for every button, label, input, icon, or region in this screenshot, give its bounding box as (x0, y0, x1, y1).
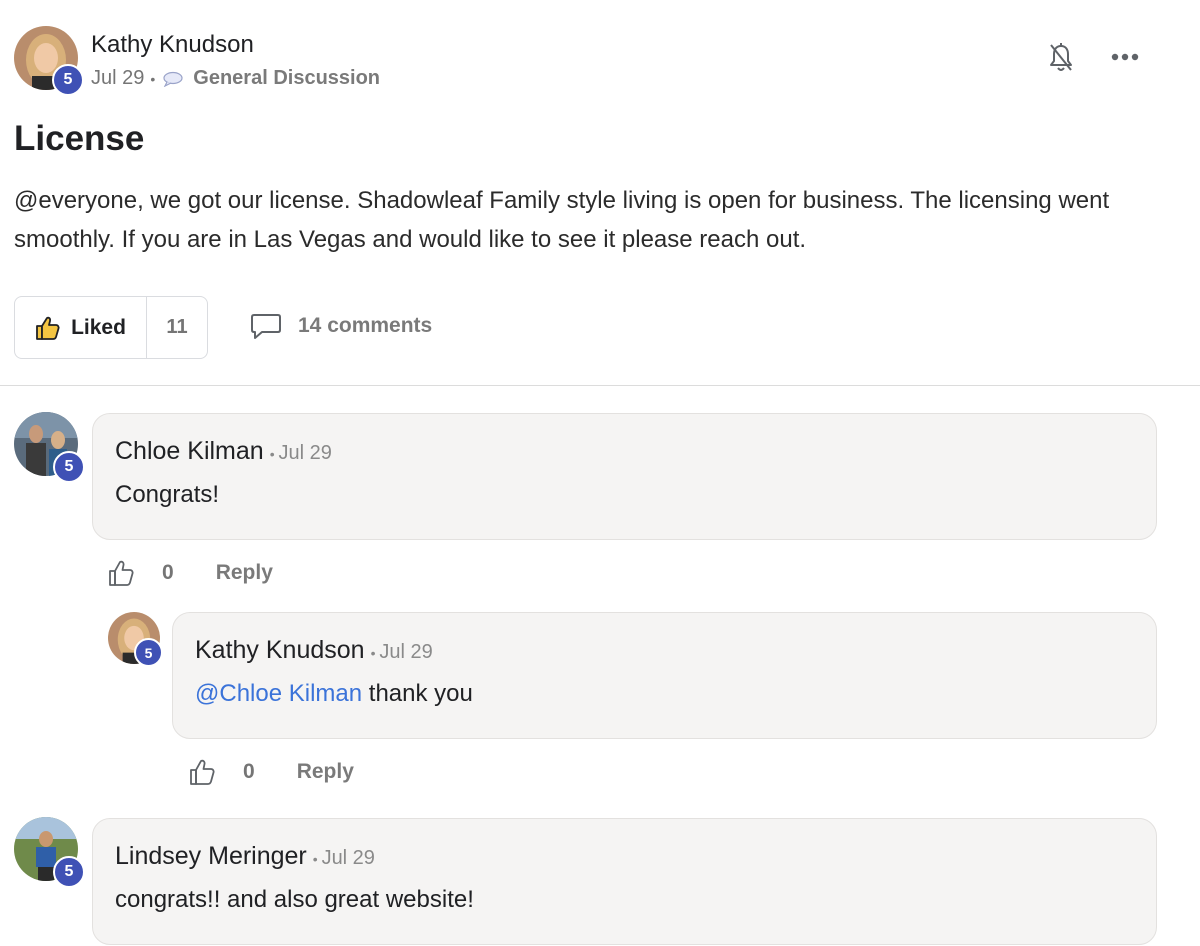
reply-button[interactable]: Reply (297, 760, 354, 784)
post-date: Jul 29 (91, 67, 145, 89)
comments-count: 14 comments (298, 314, 433, 337)
comment-text: @Chloe Kilman thank you (195, 680, 473, 708)
comment-actions: 0 Reply (189, 758, 354, 786)
comment-bubble: Chloe Kilman Jul 29 Congrats! (92, 413, 1157, 540)
comment-author[interactable]: Lindsey Meringer (115, 842, 307, 870)
thumbs-up-outline-icon[interactable] (108, 559, 136, 587)
commenter-level-badge: 5 (134, 638, 163, 667)
comments-link[interactable]: 14 comments (250, 312, 432, 340)
comment-bubble: Lindsey Meringer Jul 29 congrats!! and al… (92, 818, 1157, 945)
like-count[interactable]: 11 (147, 297, 207, 358)
chat-bubble-icon (163, 71, 183, 87)
bell-off-icon[interactable] (1048, 42, 1074, 74)
comment-author-row: Lindsey Meringer Jul 29 (115, 842, 375, 871)
like-button[interactable]: Liked (15, 297, 147, 358)
divider (0, 385, 1200, 386)
post-header: 5 Kathy Knudson Jul 29 • General Discuss… (14, 26, 1184, 96)
author-name[interactable]: Kathy Knudson (91, 31, 254, 59)
comment-date: Jul 29 (371, 641, 433, 663)
comment-text: congrats!! and also great website! (115, 886, 474, 913)
post-title: License (14, 119, 145, 158)
thumbs-up-outline-icon[interactable] (189, 758, 217, 786)
comment-author-row: Chloe Kilman Jul 29 (115, 437, 332, 466)
comment-author-row: Kathy Knudson Jul 29 (195, 636, 433, 665)
author-level-badge: 5 (52, 64, 84, 96)
comment-text-body: thank you (362, 680, 473, 707)
like-control: Liked 11 (14, 296, 208, 359)
commenter-level-badge: 5 (53, 856, 85, 888)
thumbs-up-icon (36, 316, 60, 340)
mention-link[interactable]: @Chloe Kilman (195, 680, 362, 707)
commenter-level-badge: 5 (53, 451, 85, 483)
comment-date: Jul 29 (313, 847, 375, 869)
post-meta: Jul 29 • General Discussion (91, 67, 380, 90)
comment-like-count: 0 (162, 561, 174, 584)
comment-author[interactable]: Kathy Knudson (195, 636, 365, 664)
comment-date: Jul 29 (270, 442, 332, 464)
post-category[interactable]: General Discussion (193, 67, 380, 90)
post-body: @everyone, we got our license. Shadowlea… (14, 187, 1110, 253)
comment-icon (251, 314, 281, 339)
more-horizontal-icon[interactable] (1110, 52, 1140, 62)
liked-label: Liked (71, 315, 126, 339)
reply-button[interactable]: Reply (216, 561, 273, 585)
comment-bubble: Kathy Knudson Jul 29 @Chloe Kilman thank … (172, 612, 1157, 739)
comment-actions: 0 Reply (108, 559, 273, 587)
comment-like-count: 0 (243, 760, 255, 783)
comment-text: Congrats! (115, 481, 220, 508)
comment-author[interactable]: Chloe Kilman (115, 437, 264, 465)
meta-separator: • (150, 70, 156, 87)
